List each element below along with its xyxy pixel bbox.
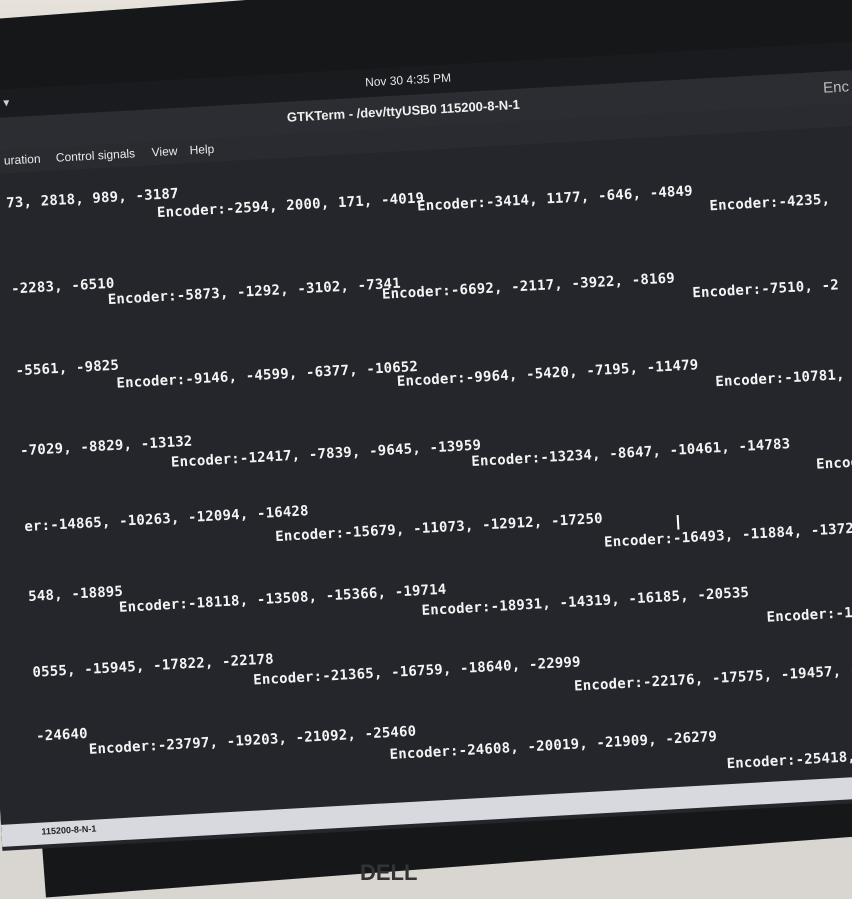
terminal-segment: er:-14865, -10263, -12094, -16428 <box>23 503 310 536</box>
terminal-segment: Encoder:-4235, <box>709 191 831 215</box>
terminal-segment: Encoder:-7510, -2 <box>691 277 840 302</box>
terminal-segment: Encoder:-5873, -1292, -3102, -7341 <box>107 275 402 309</box>
monitor-brand-logo: DELL <box>360 860 418 885</box>
terminal-segment: Encoder:-10781, <box>714 367 846 391</box>
terminal-segment: -7029, -8829, -13132 <box>19 433 193 460</box>
menu-view[interactable]: View <box>151 144 178 159</box>
menu-help[interactable]: Help <box>189 142 214 157</box>
terminal-segment: -2283, -6510 <box>10 275 115 298</box>
terminal-segment: 73, 2818, 989, -3187 <box>5 185 180 212</box>
terminal-segment: Encoder:-23797, -19203, -21092, -25460 <box>88 723 417 758</box>
terminal-segment: Encoder:-9146, -4599, -6377, -10652 <box>116 358 419 392</box>
terminal-segment: Encoder:-12417, -7839, -9645, -13959 <box>170 437 482 471</box>
app-menu-label[interactable]: al ▾ <box>0 95 10 110</box>
terminal-segment: Encoder:-18118, -13508, -15366, -19714 <box>118 581 447 616</box>
menu-configuration[interactable]: uration <box>4 152 41 168</box>
clock[interactable]: Nov 30 4:35 PM <box>365 71 452 90</box>
menu-control-signals[interactable]: Control signals <box>55 146 135 164</box>
monitor-screen: al ▾ Nov 30 4:35 PM GTKTerm - /dev/ttyUS… <box>0 40 852 851</box>
terminal-segment: -24640 <box>35 725 89 745</box>
terminal-segment: Encoder:-18931, -14319, -16185, -20535 <box>421 584 750 620</box>
terminal-segment: Encoder:-15679, -11073, -12912, -17250 <box>274 510 604 546</box>
terminal-segment: Encoder:-6692, -2117, -3922, -8169 <box>381 270 676 303</box>
status-port-settings: 115200-8-N-1 <box>41 823 97 837</box>
terminal-segment: Encoder:-24608, -20019, -21909, -26279 <box>389 728 718 764</box>
terminal-segment: Encoder:-16493, -11884, -1372 <box>603 520 852 551</box>
right-window-title-fragment: Enc <box>822 78 850 97</box>
terminal-segment: Encoder:-25418, -26 <box>726 749 852 773</box>
terminal-segment: Encoder:-9964, -5420, -7195, -11479 <box>396 357 699 391</box>
terminal-segment: Encoder:-1974 <box>766 603 852 626</box>
terminal-segment: 548, -18895 <box>27 583 124 605</box>
terminal-segment: Encoder:-13234, -8647, -10461, -14783 <box>471 436 791 471</box>
terminal-segment: -5561, -9825 <box>15 357 120 380</box>
terminal-segment: Encoder:-2594, 2000, 171, -4019 <box>156 190 425 222</box>
terminal-segment: 0555, -15945, -17822, -22178 <box>32 651 275 681</box>
text-cursor-icon: I <box>674 510 682 535</box>
terminal-segment: Encoder:-3414, 1177, -646, -4849 <box>416 183 694 215</box>
terminal-output[interactable]: 73, 2818, 989, -3187 Encoder:-2594, 2000… <box>0 123 852 825</box>
window-title: GTKTerm - /dev/ttyUSB0 115200-8-N-1 <box>286 96 521 125</box>
terminal-segment: Encode <box>815 453 852 473</box>
terminal-segment: Encoder:-22176, -17575, -19457, -23 <box>573 661 852 695</box>
terminal-segment: Encoder:-21365, -16759, -18640, -22999 <box>252 654 582 689</box>
